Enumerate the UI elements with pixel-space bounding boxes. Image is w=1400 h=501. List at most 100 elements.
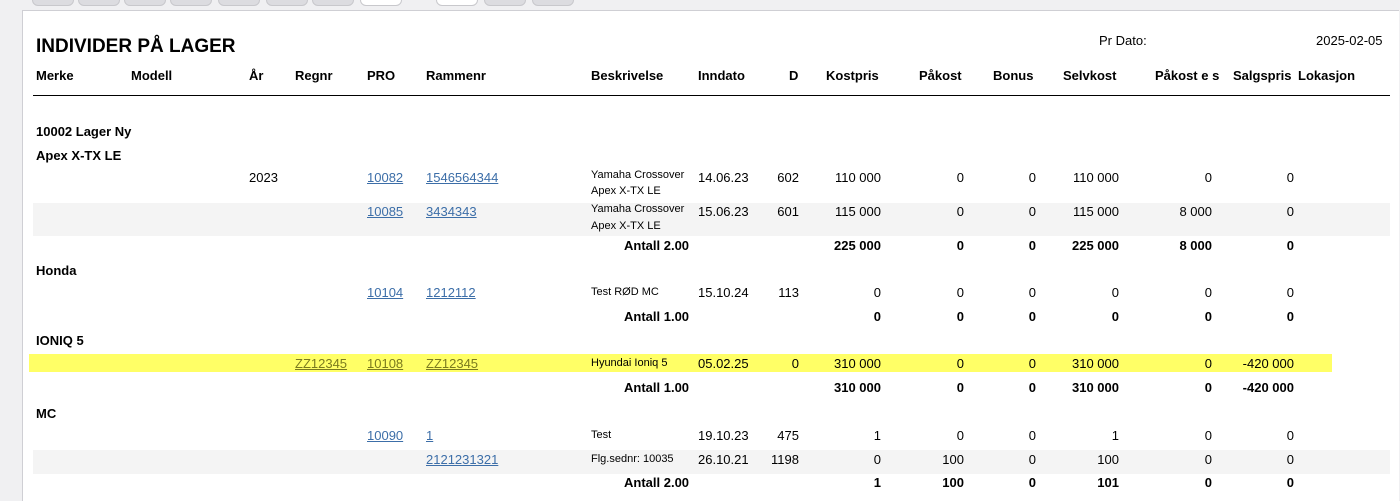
- total-pakost-es: 0: [1204, 475, 1212, 490]
- total-bonus: 0: [1028, 380, 1036, 395]
- cell-description: Test RØD MC: [591, 286, 659, 298]
- col-beskrivelse: Beskrivelse: [591, 68, 664, 83]
- cell-salgspris: 0: [1286, 428, 1294, 443]
- rammenr-link[interactable]: 2121231321: [426, 452, 498, 467]
- report-page: INDIVIDER PÅ LAGER Pr Dato: 2025-02-05 M…: [22, 10, 1399, 501]
- total-salgspris: -420 000: [1242, 380, 1294, 395]
- highlight-band: [29, 354, 1332, 372]
- col-bonus: Bonus: [993, 68, 1034, 83]
- tab[interactable]: [266, 0, 308, 6]
- cell-description-2: Apex X-TX LE: [591, 220, 661, 232]
- total-bonus: 0: [1028, 309, 1036, 324]
- pro-link[interactable]: 10108: [367, 356, 403, 371]
- total-pakost: 0: [956, 238, 964, 253]
- cell-selvkost: 110 000: [1072, 170, 1119, 185]
- cell-description: Hyundai Ioniq 5: [591, 357, 668, 369]
- cell-description-2: Apex X-TX LE: [591, 185, 661, 197]
- cell-year: 2023: [249, 170, 278, 185]
- cell-pakost: 0: [956, 204, 964, 219]
- cell-salgspris: -420 000: [1242, 356, 1294, 371]
- regnr-link[interactable]: ZZ12345: [295, 356, 347, 371]
- cell-selvkost: 100: [1097, 452, 1119, 467]
- total-kostpris: 225 000: [834, 238, 881, 253]
- col-pakost: Påkost: [919, 68, 962, 83]
- rammenr-link[interactable]: 3434343: [426, 204, 477, 219]
- date-value: 2025-02-05: [1316, 33, 1383, 48]
- rammenr-link[interactable]: ZZ12345: [426, 356, 478, 371]
- cell-d: 601: [777, 204, 799, 219]
- cell-kostpris: 0: [873, 452, 881, 467]
- col-merke: Merke: [36, 68, 74, 83]
- total-salgspris: 0: [1286, 475, 1294, 490]
- cell-description: Yamaha Crossover: [591, 203, 685, 215]
- group-header: MC: [36, 406, 57, 421]
- total-salgspris: 0: [1286, 309, 1294, 324]
- cell-pakost: 0: [956, 170, 964, 185]
- col-modell: Modell: [131, 68, 173, 83]
- total-selvkost: 101: [1097, 475, 1119, 490]
- total-pakost: 0: [956, 309, 964, 324]
- cell-bonus: 0: [1028, 204, 1036, 219]
- tab[interactable]: [124, 0, 166, 6]
- cell-pakost-es: 0: [1204, 452, 1212, 467]
- cell-kostpris: 115 000: [834, 204, 881, 219]
- cell-pakost: 100: [942, 452, 964, 467]
- rammenr-link[interactable]: 1: [426, 428, 433, 443]
- tab[interactable]: [78, 0, 120, 6]
- col-pro: PRO: [367, 68, 396, 83]
- tab[interactable]: [312, 0, 354, 6]
- cell-inndato: 05.02.25: [698, 356, 749, 371]
- cell-bonus: 0: [1028, 170, 1036, 185]
- cell-bonus: 0: [1028, 452, 1036, 467]
- total-pakost: 100: [942, 475, 964, 490]
- group-header: IONIQ 5: [36, 333, 84, 348]
- cell-inndato: 19.10.23: [698, 428, 749, 443]
- tab[interactable]: [532, 0, 574, 6]
- tab[interactable]: [170, 0, 212, 6]
- total-count: Antall 2.00: [624, 475, 690, 490]
- total-count: Antall 1.00: [624, 380, 690, 395]
- group-header: Apex X-TX LE: [36, 148, 122, 163]
- report-title: INDIVIDER PÅ LAGER: [36, 36, 236, 57]
- cell-salgspris: 0: [1286, 452, 1294, 467]
- date-label: Pr Dato:: [1099, 33, 1147, 48]
- cell-kostpris: 0: [873, 285, 881, 300]
- pro-link[interactable]: 10104: [367, 285, 403, 300]
- cell-kostpris: 310 000: [834, 356, 881, 371]
- pro-link[interactable]: 10085: [367, 204, 403, 219]
- cell-kostpris: 110 000: [834, 170, 881, 185]
- col-salgspris: Salgspris: [1233, 68, 1292, 83]
- cell-kostpris: 1: [873, 428, 881, 443]
- cell-d: 602: [777, 170, 799, 185]
- total-count: Antall 2.00: [624, 238, 690, 253]
- cell-pakost-es: 0: [1204, 170, 1212, 185]
- tab[interactable]: [218, 0, 260, 6]
- pro-link[interactable]: 10082: [367, 170, 403, 185]
- cell-d: 1198: [771, 452, 799, 467]
- cell-d: 475: [777, 428, 799, 443]
- group-header: 10002 Lager Ny: [36, 124, 132, 139]
- cell-inndato: 14.06.23: [698, 170, 749, 185]
- total-selvkost: 310 000: [1072, 380, 1119, 395]
- header-rule: [33, 95, 1390, 96]
- tab[interactable]: [436, 0, 478, 6]
- total-kostpris: 0: [873, 309, 881, 324]
- total-bonus: 0: [1028, 238, 1036, 253]
- cell-selvkost: 1: [1111, 428, 1119, 443]
- tab-active[interactable]: [360, 0, 402, 6]
- rammenr-link[interactable]: 1212112: [426, 285, 476, 300]
- cell-d: 0: [791, 356, 799, 371]
- cell-selvkost: 310 000: [1072, 356, 1119, 371]
- rammenr-link[interactable]: 1546564344: [426, 170, 498, 185]
- cell-inndato: 26.10.21: [698, 452, 749, 467]
- group-header: Honda: [36, 263, 77, 278]
- cell-bonus: 0: [1028, 356, 1036, 371]
- tab[interactable]: [32, 0, 74, 6]
- cell-pakost: 0: [956, 428, 964, 443]
- cell-salgspris: 0: [1286, 204, 1294, 219]
- pro-link[interactable]: 10090: [367, 428, 403, 443]
- tab[interactable]: [484, 0, 526, 6]
- total-kostpris: 310 000: [834, 380, 881, 395]
- total-bonus: 0: [1028, 475, 1036, 490]
- col-rammenr: Rammenr: [426, 68, 486, 83]
